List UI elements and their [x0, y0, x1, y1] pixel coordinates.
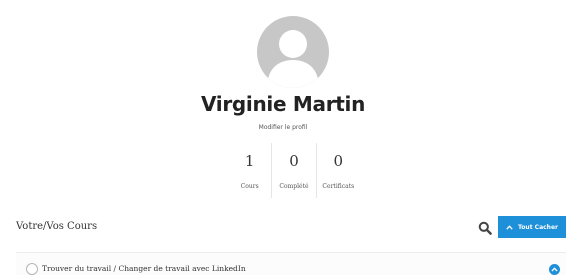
hide-all-button[interactable]: Tout Cacher: [498, 216, 566, 238]
stat-certificates: 0 Certificats: [317, 143, 360, 198]
stat-value: 0: [289, 152, 299, 170]
hide-all-label: Tout Cacher: [518, 223, 558, 231]
edit-profile-link[interactable]: Modifier le profil: [0, 124, 566, 131]
course-row[interactable]: Trouver du travail / Changer de travail …: [16, 252, 566, 275]
course-toggle-button[interactable]: [549, 264, 560, 275]
chevron-up-icon: [506, 224, 513, 230]
stat-value: 0: [333, 152, 344, 170]
stat-label: Complété: [279, 183, 309, 190]
chevron-up-icon: [551, 267, 558, 272]
profile-stats: 1 Cours 0 Complété 0 Certificats: [228, 143, 360, 198]
user-silhouette-icon: [267, 30, 319, 88]
course-title[interactable]: Trouver du travail / Changer de travail …: [42, 264, 246, 273]
courses-section-title: Votre/Vos Cours: [16, 221, 98, 232]
profile-name: Virginie Martin: [200, 92, 366, 116]
search-button[interactable]: [478, 220, 492, 235]
stat-value: 1: [244, 152, 255, 170]
stat-label: Cours: [240, 183, 259, 190]
stat-courses: 1 Cours: [228, 143, 273, 198]
avatar: [257, 16, 329, 88]
course-radio[interactable]: [26, 263, 38, 275]
stat-label: Certificats: [322, 183, 355, 190]
stat-completed: 0 Complété: [272, 143, 317, 198]
search-icon: [478, 221, 492, 235]
